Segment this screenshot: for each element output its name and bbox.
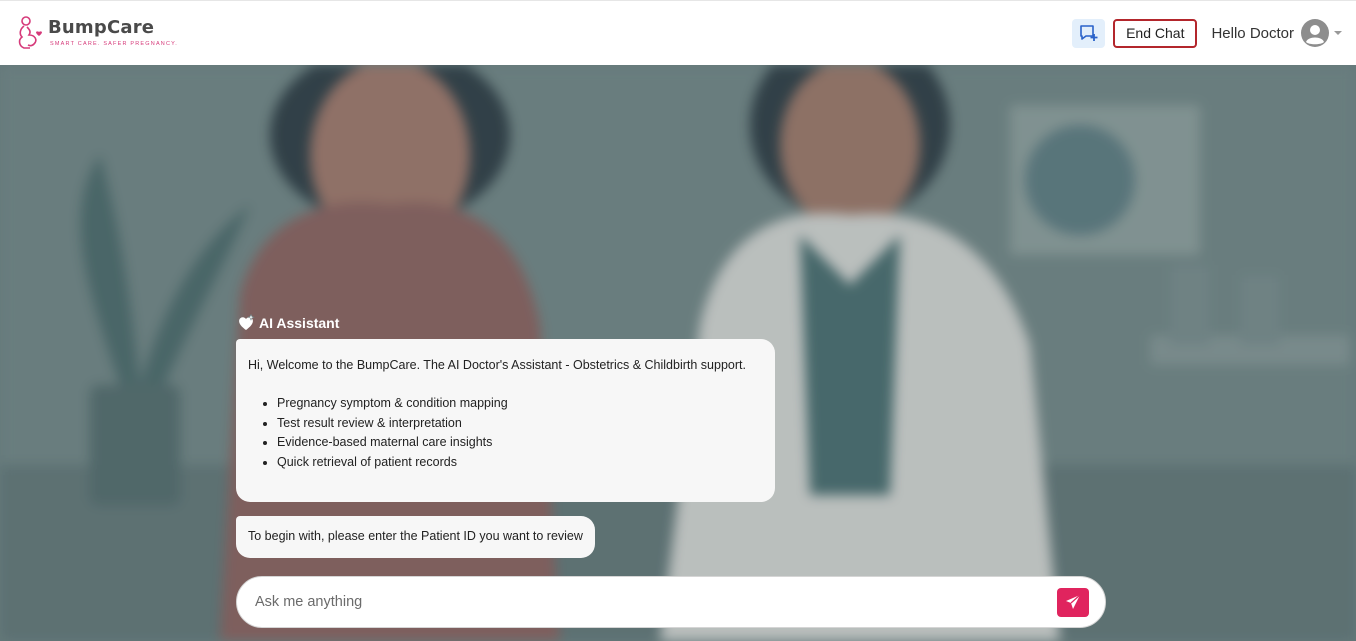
list-item: Test result review & interpretation bbox=[277, 414, 763, 434]
end-chat-button[interactable]: End Chat bbox=[1113, 18, 1198, 48]
user-greeting: Hello Doctor bbox=[1211, 24, 1294, 42]
chat-plus-icon bbox=[1079, 25, 1098, 41]
assistant-message-welcome: Hi, Welcome to the BumpCare. The AI Doct… bbox=[236, 339, 775, 502]
assistant-message-prompt: To begin with, please enter the Patient … bbox=[236, 516, 595, 558]
top-navbar: BumpCare SMART CARE. SAFER PREGNANCY. En… bbox=[0, 0, 1356, 65]
brand-name: BumpCare bbox=[48, 16, 155, 38]
brand-logo-link[interactable]: BumpCare SMART CARE. SAFER PREGNANCY. bbox=[14, 15, 178, 51]
new-chat-button[interactable] bbox=[1072, 18, 1106, 48]
pregnancy-logo-icon bbox=[18, 16, 42, 49]
list-item: Quick retrieval of patient records bbox=[277, 453, 763, 473]
prompt-text: To begin with, please enter the Patient … bbox=[248, 529, 583, 544]
brand-tagline: SMART CARE. SAFER PREGNANCY. bbox=[50, 40, 179, 47]
list-item: Pregnancy symptom & condition mapping bbox=[277, 394, 763, 414]
chevron-down-icon bbox=[1334, 31, 1342, 35]
heart-sparkle-icon bbox=[239, 314, 255, 330]
assistant-label-text: AI Assistant bbox=[259, 315, 340, 331]
send-button[interactable] bbox=[1057, 587, 1089, 617]
list-item: Evidence-based maternal care insights bbox=[277, 433, 763, 453]
capabilities-list: Pregnancy symptom & condition mapping Te… bbox=[248, 394, 763, 472]
chat-composer bbox=[236, 576, 1106, 628]
send-icon bbox=[1066, 594, 1081, 609]
user-avatar-icon bbox=[1301, 19, 1329, 47]
welcome-text: Hi, Welcome to the BumpCare. The AI Doct… bbox=[248, 358, 746, 372]
chat-input[interactable] bbox=[255, 594, 1057, 610]
chat-area: AI Assistant Hi, Welcome to the BumpCare… bbox=[0, 65, 1356, 641]
user-menu[interactable]: Hello Doctor bbox=[1211, 19, 1342, 47]
assistant-label: AI Assistant bbox=[237, 314, 339, 332]
